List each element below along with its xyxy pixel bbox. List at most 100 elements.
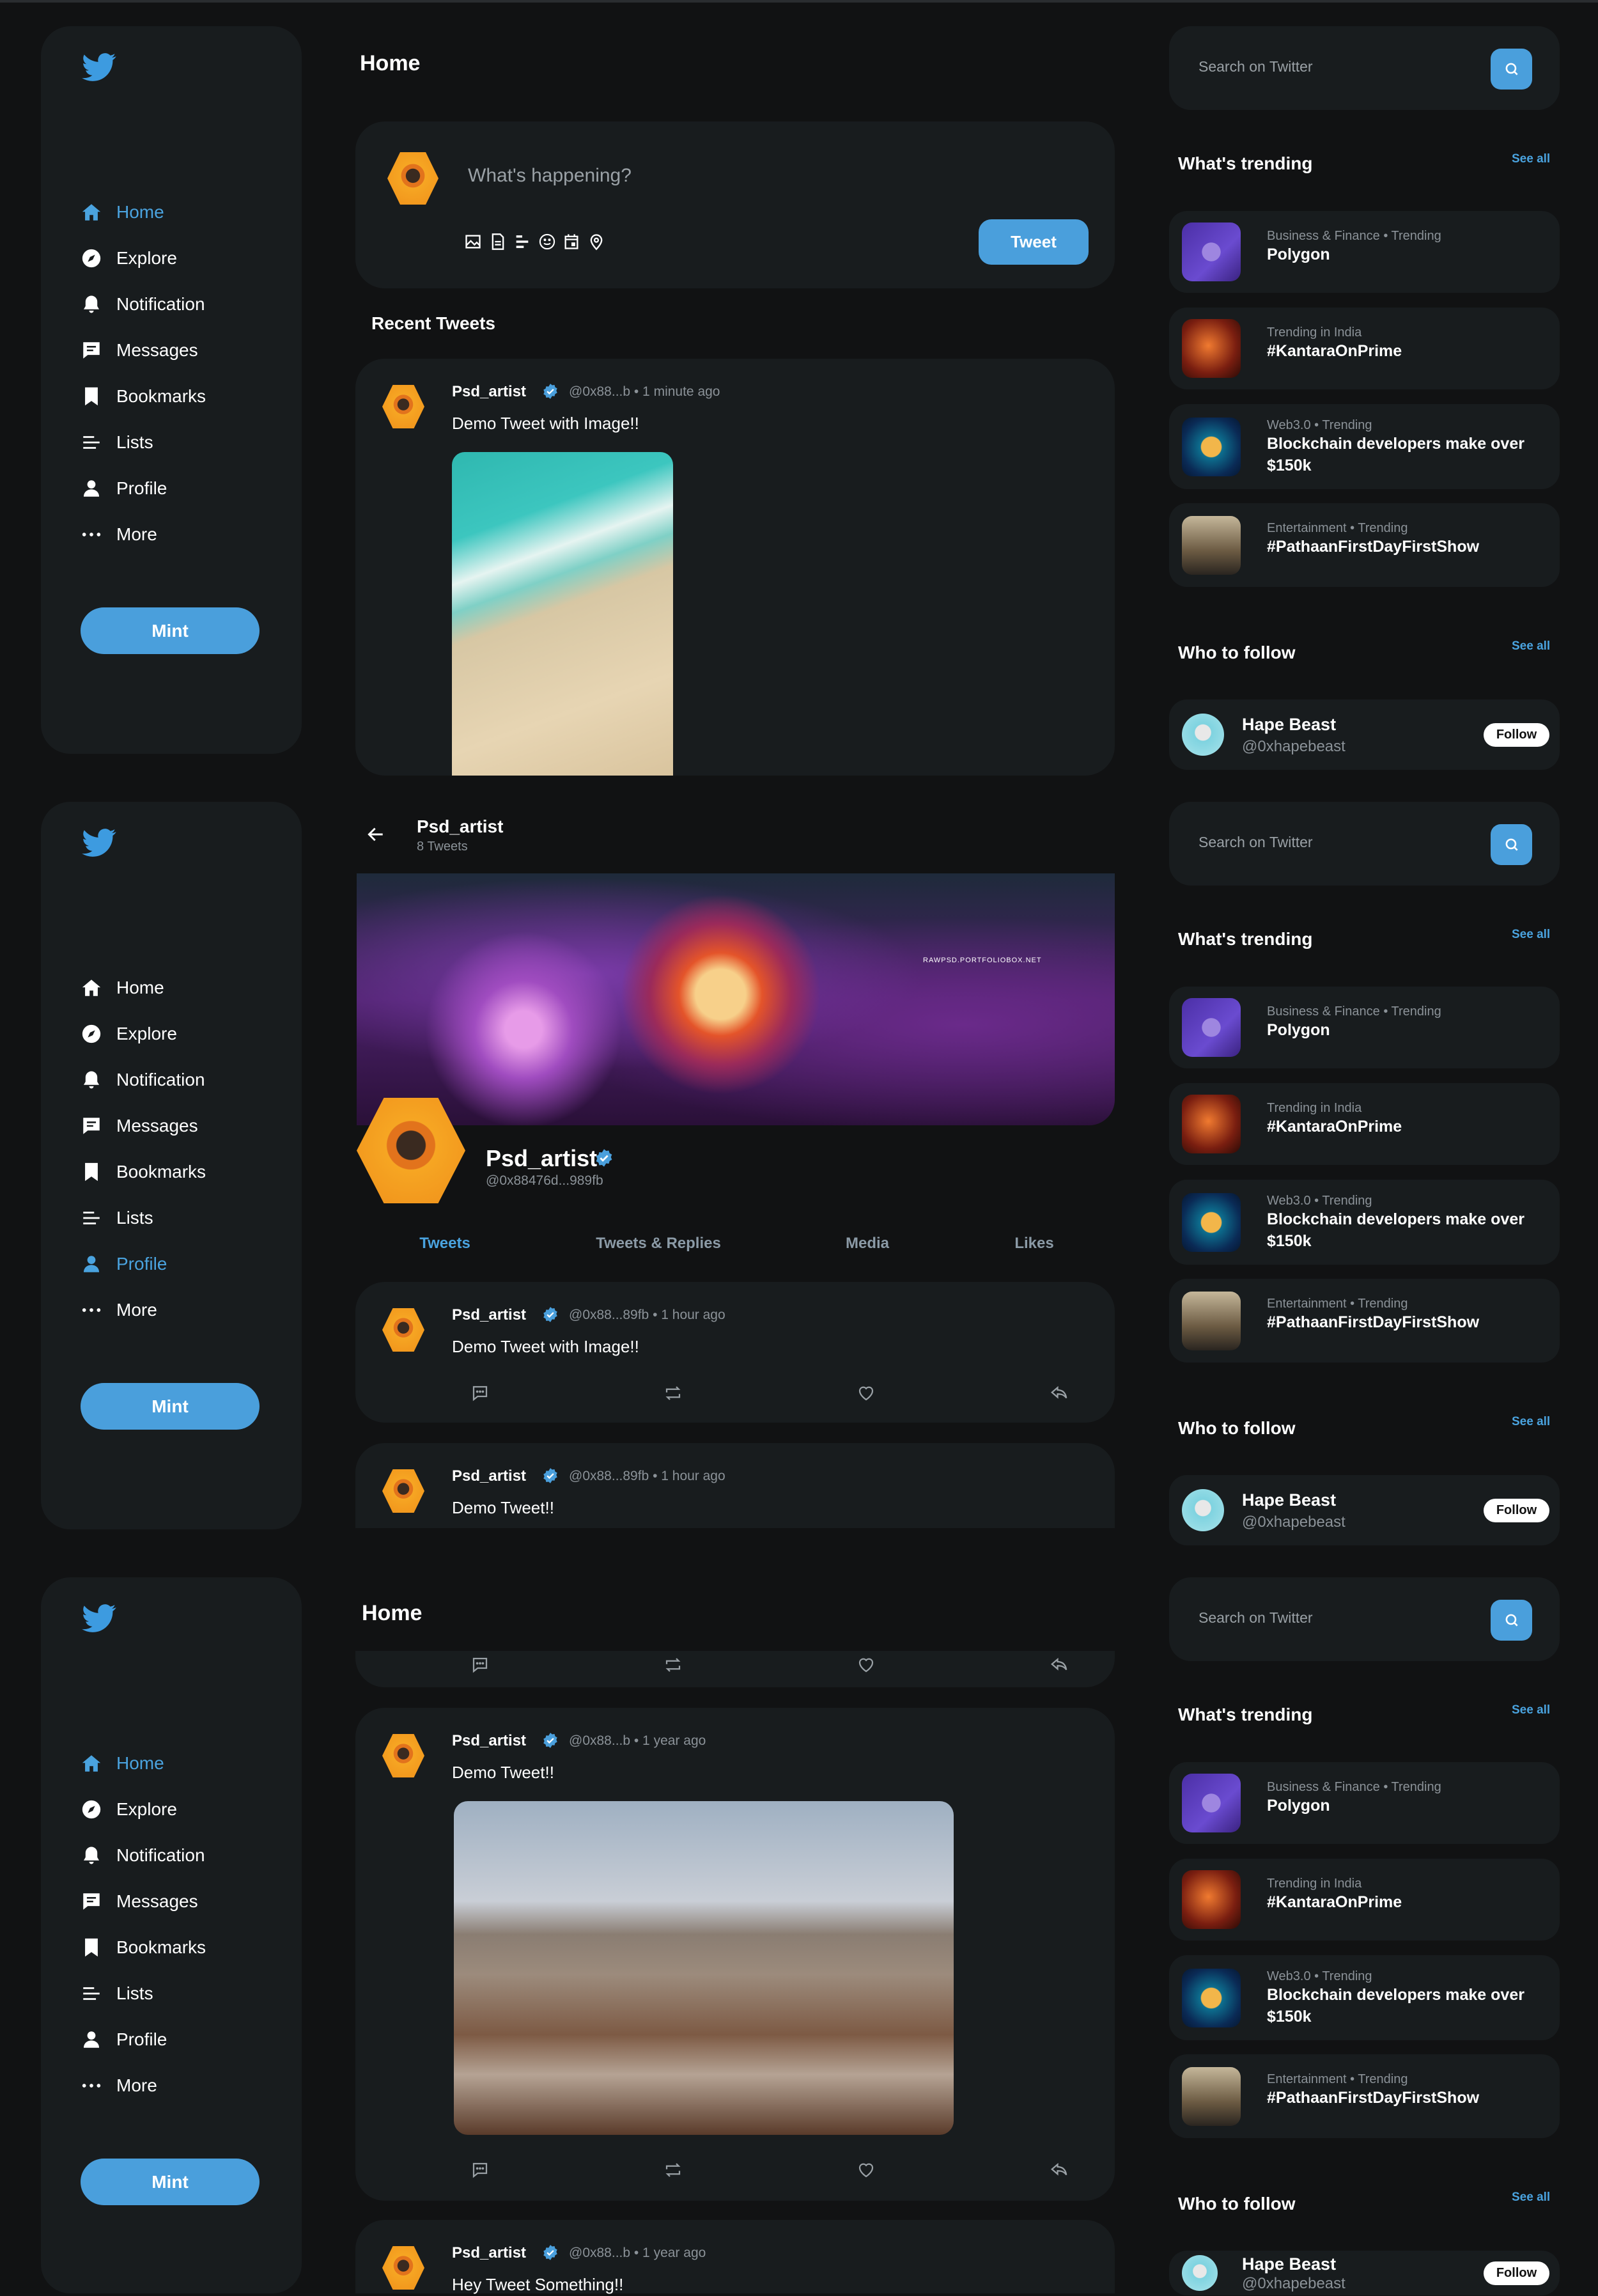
trend-item[interactable]: Entertainment • Trending #PathaanFirstDay… xyxy=(1169,2054,1560,2138)
trend-item[interactable]: Business & Finance • Trending Polygon xyxy=(1169,1762,1560,1844)
comment-icon[interactable] xyxy=(470,2160,490,2180)
search-input[interactable]: Search on Twitter xyxy=(1198,58,1313,75)
search-button[interactable] xyxy=(1491,1600,1532,1641)
search-box[interactable]: Search on Twitter xyxy=(1169,1577,1560,1661)
follow-see-all-link[interactable]: See all xyxy=(1512,639,1550,653)
sidebar-item-messages[interactable]: Messages xyxy=(81,327,206,373)
follow-avatar xyxy=(1182,714,1224,756)
gif-icon[interactable] xyxy=(489,233,507,251)
search-box[interactable]: Search on Twitter xyxy=(1169,26,1560,110)
trend-item[interactable]: Web3.0 • Trending Blockchain developers m… xyxy=(1169,404,1560,489)
retweet-icon[interactable] xyxy=(663,1655,683,1675)
sidebar-item-home[interactable]: Home xyxy=(81,189,206,235)
follow-button[interactable]: Follow xyxy=(1484,1499,1549,1522)
search-input[interactable]: Search on Twitter xyxy=(1198,1609,1313,1627)
mint-button[interactable]: Mint xyxy=(81,607,260,654)
tweet-author-name[interactable]: Psd_artist xyxy=(452,1467,526,1485)
follow-button[interactable]: Follow xyxy=(1484,2261,1549,2285)
trend-category: Business & Finance • Trending xyxy=(1267,1004,1441,1019)
trend-item[interactable]: Trending in India #KantaraOnPrime xyxy=(1169,1083,1560,1165)
sidebar-item-explore[interactable]: Explore xyxy=(81,235,206,281)
sidebar-item-profile[interactable]: Profile xyxy=(81,465,206,512)
sidebar-item-notification[interactable]: Notification xyxy=(81,281,206,327)
tweet-card: Psd_artist @0x88...89fb • 1 hour ago Demo … xyxy=(355,1282,1115,1423)
profile-header-name: Psd_artist xyxy=(417,816,504,836)
tweet-card-partial xyxy=(355,1651,1115,1687)
follow-handle: @0xhapebeast xyxy=(1242,738,1346,755)
compose-input[interactable]: What's happening? xyxy=(468,165,1075,187)
follow-button[interactable]: Follow xyxy=(1484,723,1549,747)
tab-media[interactable]: Media xyxy=(846,1235,889,1253)
retweet-icon[interactable] xyxy=(663,1384,683,1403)
twitter-bird-icon[interactable] xyxy=(82,50,116,84)
tweet-image[interactable] xyxy=(452,452,673,776)
comment-icon[interactable] xyxy=(470,1384,490,1403)
tweet-text: Demo Tweet!! xyxy=(452,1498,554,1517)
trend-item[interactable]: Web3.0 • Trending Blockchain developers m… xyxy=(1169,1955,1560,2040)
heart-icon[interactable] xyxy=(857,1655,876,1675)
trend-thumbnail xyxy=(1182,417,1241,476)
trend-text: Business & Finance • Trending Polygon xyxy=(1267,229,1542,265)
profile-name: Psd_artist xyxy=(486,1145,598,1171)
heart-icon[interactable] xyxy=(857,1384,876,1403)
follow-item: Hape Beast @0xhapebeast Follow xyxy=(1169,2251,1560,2295)
location-icon[interactable] xyxy=(587,233,605,251)
trending-see-all-link[interactable]: See all xyxy=(1512,928,1550,942)
trend-item[interactable]: Business & Finance • Trending Polygon xyxy=(1169,987,1560,1068)
share-icon[interactable] xyxy=(1050,2160,1069,2180)
tweet-author-name[interactable]: Psd_artist xyxy=(452,383,526,401)
retweet-icon[interactable] xyxy=(663,2160,683,2180)
trend-item[interactable]: Trending in India #KantaraOnPrime xyxy=(1169,1859,1560,1941)
tweet-avatar[interactable] xyxy=(382,1308,424,1352)
tweet-avatar[interactable] xyxy=(382,385,424,428)
sidebar-item-lists[interactable]: Lists xyxy=(81,419,206,465)
trend-text: Entertainment • Trending #PathaanFirstDay… xyxy=(1267,1297,1542,1333)
poll-icon[interactable] xyxy=(513,233,531,251)
twitter-bird-icon[interactable] xyxy=(82,1601,116,1636)
comment-icon[interactable] xyxy=(470,1655,490,1675)
tweet-avatar[interactable] xyxy=(382,1734,424,1777)
tweet-image[interactable] xyxy=(454,1801,954,2135)
search-button[interactable] xyxy=(1491,49,1532,90)
sidebar-item-label: Explore xyxy=(116,248,177,268)
tab-tweets-replies[interactable]: Tweets & Replies xyxy=(596,1235,721,1253)
trend-item[interactable]: Web3.0 • Trending Blockchain developers m… xyxy=(1169,1180,1560,1265)
share-icon[interactable] xyxy=(1050,1384,1069,1403)
image-icon[interactable] xyxy=(464,233,482,251)
sidebar-item-more[interactable]: More xyxy=(81,512,206,558)
follow-see-all-link[interactable]: See all xyxy=(1512,1415,1550,1429)
heart-icon[interactable] xyxy=(857,2160,876,2180)
verified-badge-icon xyxy=(542,383,559,400)
trend-item[interactable]: Entertainment • Trending #PathaanFirstDay… xyxy=(1169,503,1560,587)
sidebar-item-label: Bookmarks xyxy=(116,386,206,406)
tab-tweets[interactable]: Tweets xyxy=(419,1235,470,1253)
trending-see-all-link[interactable]: See all xyxy=(1512,152,1550,166)
follow-name: Hape Beast xyxy=(1242,2254,1337,2274)
trend-thumbnail xyxy=(1182,1291,1241,1350)
follow-see-all-link[interactable]: See all xyxy=(1512,2191,1550,2205)
trend-item[interactable]: Entertainment • Trending #PathaanFirstDay… xyxy=(1169,1279,1560,1363)
search-input[interactable]: Search on Twitter xyxy=(1198,834,1313,851)
trend-text: Web3.0 • Trending Blockchain developers m… xyxy=(1267,1194,1542,1252)
emoji-icon[interactable] xyxy=(538,233,556,251)
trend-item[interactable]: Trending in India #KantaraOnPrime xyxy=(1169,308,1560,389)
profile-content: Psd_artist 8 Tweets RAWPSD.PORTFOLIOBOX.NE… xyxy=(0,776,1151,1528)
tweet-author-name[interactable]: Psd_artist xyxy=(452,1306,526,1324)
tweet-author-name[interactable]: Psd_artist xyxy=(452,1732,526,1750)
tweet-author-name[interactable]: Psd_artist xyxy=(452,2244,526,2262)
back-arrow-icon[interactable] xyxy=(366,824,386,845)
compass-icon xyxy=(81,247,102,269)
tweet-button[interactable]: Tweet xyxy=(979,219,1089,265)
share-icon[interactable] xyxy=(1050,1655,1069,1675)
search-box[interactable]: Search on Twitter xyxy=(1169,802,1560,886)
tweet-avatar[interactable] xyxy=(382,1469,424,1513)
schedule-icon[interactable] xyxy=(562,233,580,251)
tweet-avatar[interactable] xyxy=(382,2246,424,2290)
sidebar-item-bookmarks[interactable]: Bookmarks xyxy=(81,373,206,419)
follow-item: Hape Beast @0xhapebeast Follow xyxy=(1169,699,1560,770)
trending-see-all-link[interactable]: See all xyxy=(1512,1703,1550,1717)
trend-item[interactable]: Business & Finance • Trending Polygon xyxy=(1169,211,1560,293)
trend-category: Web3.0 • Trending xyxy=(1267,1194,1372,1208)
search-button[interactable] xyxy=(1491,824,1532,865)
tab-likes[interactable]: Likes xyxy=(1014,1235,1053,1253)
